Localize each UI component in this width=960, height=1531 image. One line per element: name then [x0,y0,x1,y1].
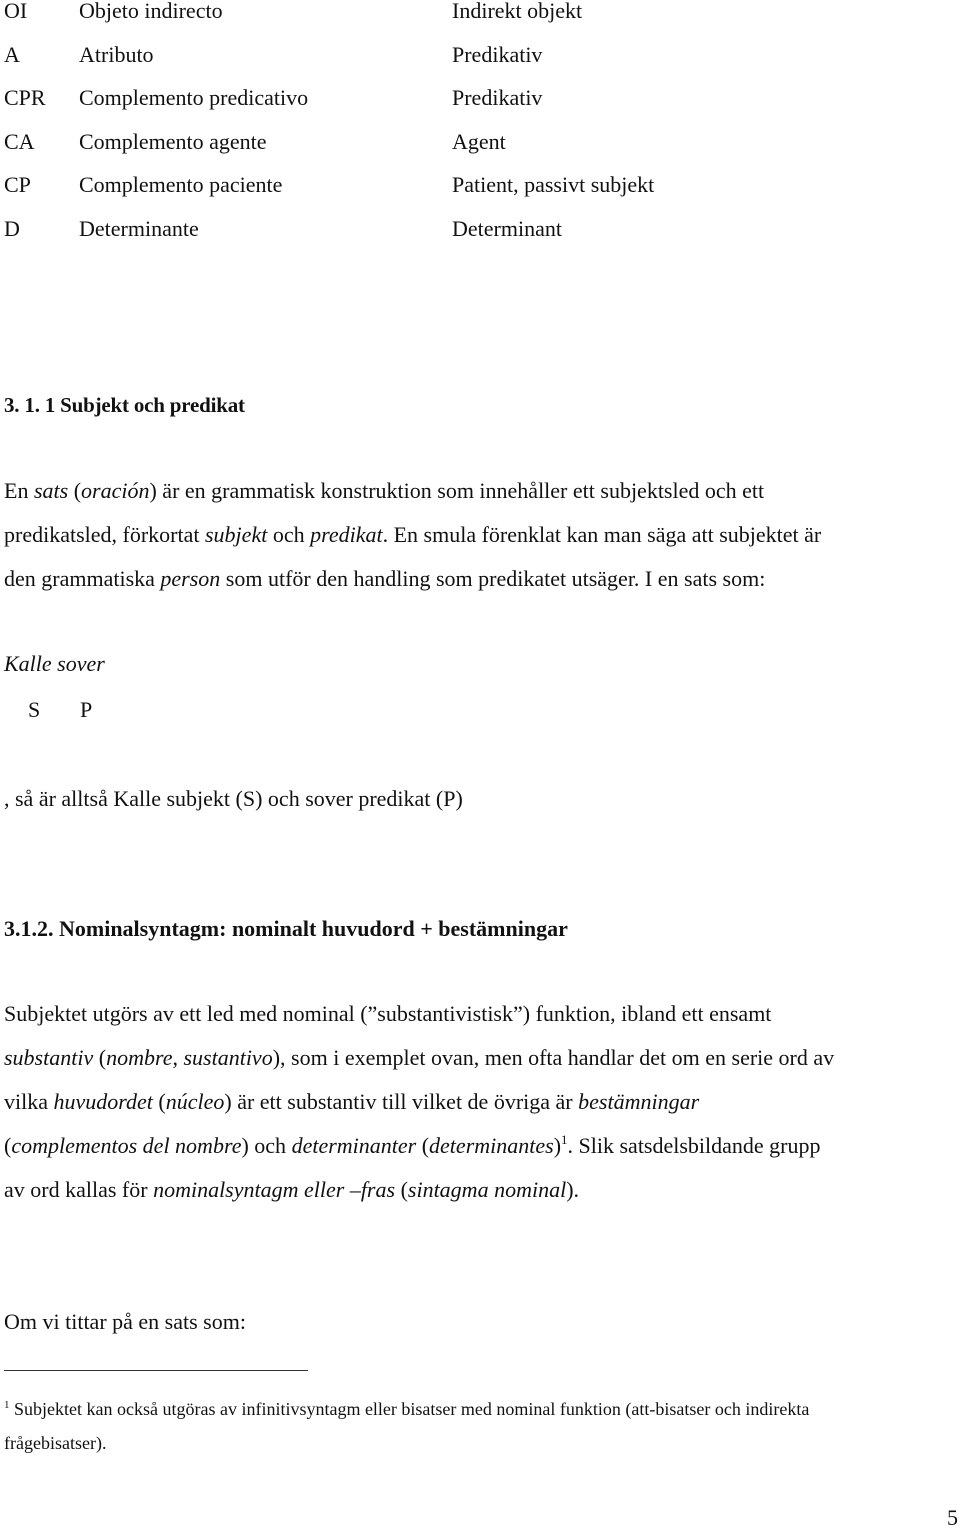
term-italic: determinantes [429,1133,554,1158]
lead-in-text: Om vi tittar på en sats som: [4,1309,246,1334]
footnote-separator [4,1370,308,1371]
term-italic: núcleo [165,1089,225,1114]
footnote-line: 1 Subjektet kan också utgöras av infinit… [4,1400,954,1434]
text-run: ( [416,1133,430,1158]
text-line: av ord kallas för nominalsyntagm eller –… [4,1179,960,1223]
text-run: ), som i exemplet ovan, men ofta handlar… [272,1045,835,1070]
text-run: ( [93,1045,107,1070]
spanish-term: Complemento agente [79,128,267,154]
text-run: En [4,478,34,503]
term-italic: oración [81,478,150,503]
text-run: ) är en grammatisk konstruktion som inne… [149,478,765,503]
text-line: predikatsled, förkortat subjekt och pred… [4,524,960,568]
section-heading-subjekt-predikat: 3. 1. 1 Subjekt och predikat [4,393,245,417]
text-line: ( complementos del nombre) och determinan… [4,1133,960,1179]
text-run: och [267,522,311,547]
section-heading-nominalsyntagm: 3.1.2. Nominalsyntagm: nominalt huvudord… [4,916,568,941]
paragraph-sats-definition: En sats (oración) är en grammatisk konst… [4,480,960,612]
page-number: 5 [947,1505,958,1530]
swedish-term: Patient, passivt subjekt [452,172,655,198]
abbreviation-code: OI [4,0,28,23]
text-line: En sats (oración) är en grammatisk konst… [4,480,960,524]
abbreviation-code: CPR [4,85,46,111]
subject-label: S [28,697,41,722]
term-italic: person [160,566,221,591]
swedish-term: Predikativ [452,85,543,111]
text-run: av ord kallas för [4,1177,154,1202]
swedish-term: Predikativ [452,41,543,67]
text-line: vilka huvudordet (núcleo) är ett substan… [4,1091,960,1135]
swedish-term: Determinant [452,215,562,241]
term-italic: huvudordet [53,1089,153,1114]
term-italic: sustantivo [183,1045,273,1070]
footnote-text: Subjektet kan också utgöras av infinitiv… [9,1399,810,1419]
term-italic: nombre [106,1045,173,1070]
term-italic: sintagma nominal [407,1177,567,1202]
text-run: ( [395,1177,408,1202]
text-run: . En smula förenklat kan man säga att su… [382,522,822,547]
term-italic: bestämningar [578,1089,700,1114]
footnote-line: frågebisatser). [4,1434,954,1468]
term-italic: predikat [310,522,383,547]
text-run: ). [566,1177,580,1202]
paragraph-nominalsyntagm: Subjektet utgörs av ett led med nominal … [4,1003,960,1223]
text-run: , [172,1045,184,1070]
text-line: substantiv (nombre, sustantivo), som i e… [4,1047,960,1091]
example-sentence: Kalle sover [4,651,105,676]
term-italic: determinanter [291,1133,417,1158]
abbreviation-code: CP [4,172,31,198]
text-run: vilka [4,1089,54,1114]
text-line: den grammatiska person som utför den han… [4,568,960,612]
term-italic: substantiv [4,1045,94,1070]
text-run: ) är ett substantiv till vilket de övrig… [224,1089,579,1114]
swedish-term: Agent [452,128,506,154]
spanish-term: Complemento paciente [79,172,283,198]
text-run: den grammatiska [4,566,161,591]
term-italic: sats [33,478,69,503]
term-italic: nominalsyntagm eller –fras [153,1177,396,1202]
predicate-label: P [80,697,93,722]
swedish-term: Indirekt objekt [452,0,583,23]
text-run: . Slik satsdelsbildande grupp [567,1133,821,1158]
abbreviation-code: CA [4,128,35,154]
spanish-term: Complemento predicativo [79,85,309,111]
text-run: ( [68,478,82,503]
text-run: ) [553,1133,562,1158]
term-italic: subjekt [205,522,268,547]
spanish-term: Objeto indirecto [79,0,223,23]
example-conclusion: , så är alltså Kalle subjekt (S) och sov… [4,786,463,811]
spanish-term: Atributo [79,41,154,67]
example-sentence-block: Kalle sover S P [4,651,105,723]
text-run: predikatsled, förkortat [4,522,205,547]
text-line: Subjektet utgörs av ett led med nominal … [4,1003,960,1047]
abbreviation-code: A [4,41,20,67]
spanish-term: Determinante [79,215,199,241]
text-run: ( [152,1089,166,1114]
term-italic: complementos del nombre [11,1133,242,1158]
footnote-text: frågebisatser). [4,1433,107,1453]
footnote: 1 Subjektet kan också utgöras av infinit… [4,1400,954,1468]
text-run: Subjektet utgörs av ett led med nominal … [4,1001,772,1026]
text-run: som utför den handling som predikatet ut… [220,566,766,591]
text-run: ) och [241,1133,292,1158]
abbreviation-code: D [4,215,20,241]
example-labels: S P [4,697,105,722]
